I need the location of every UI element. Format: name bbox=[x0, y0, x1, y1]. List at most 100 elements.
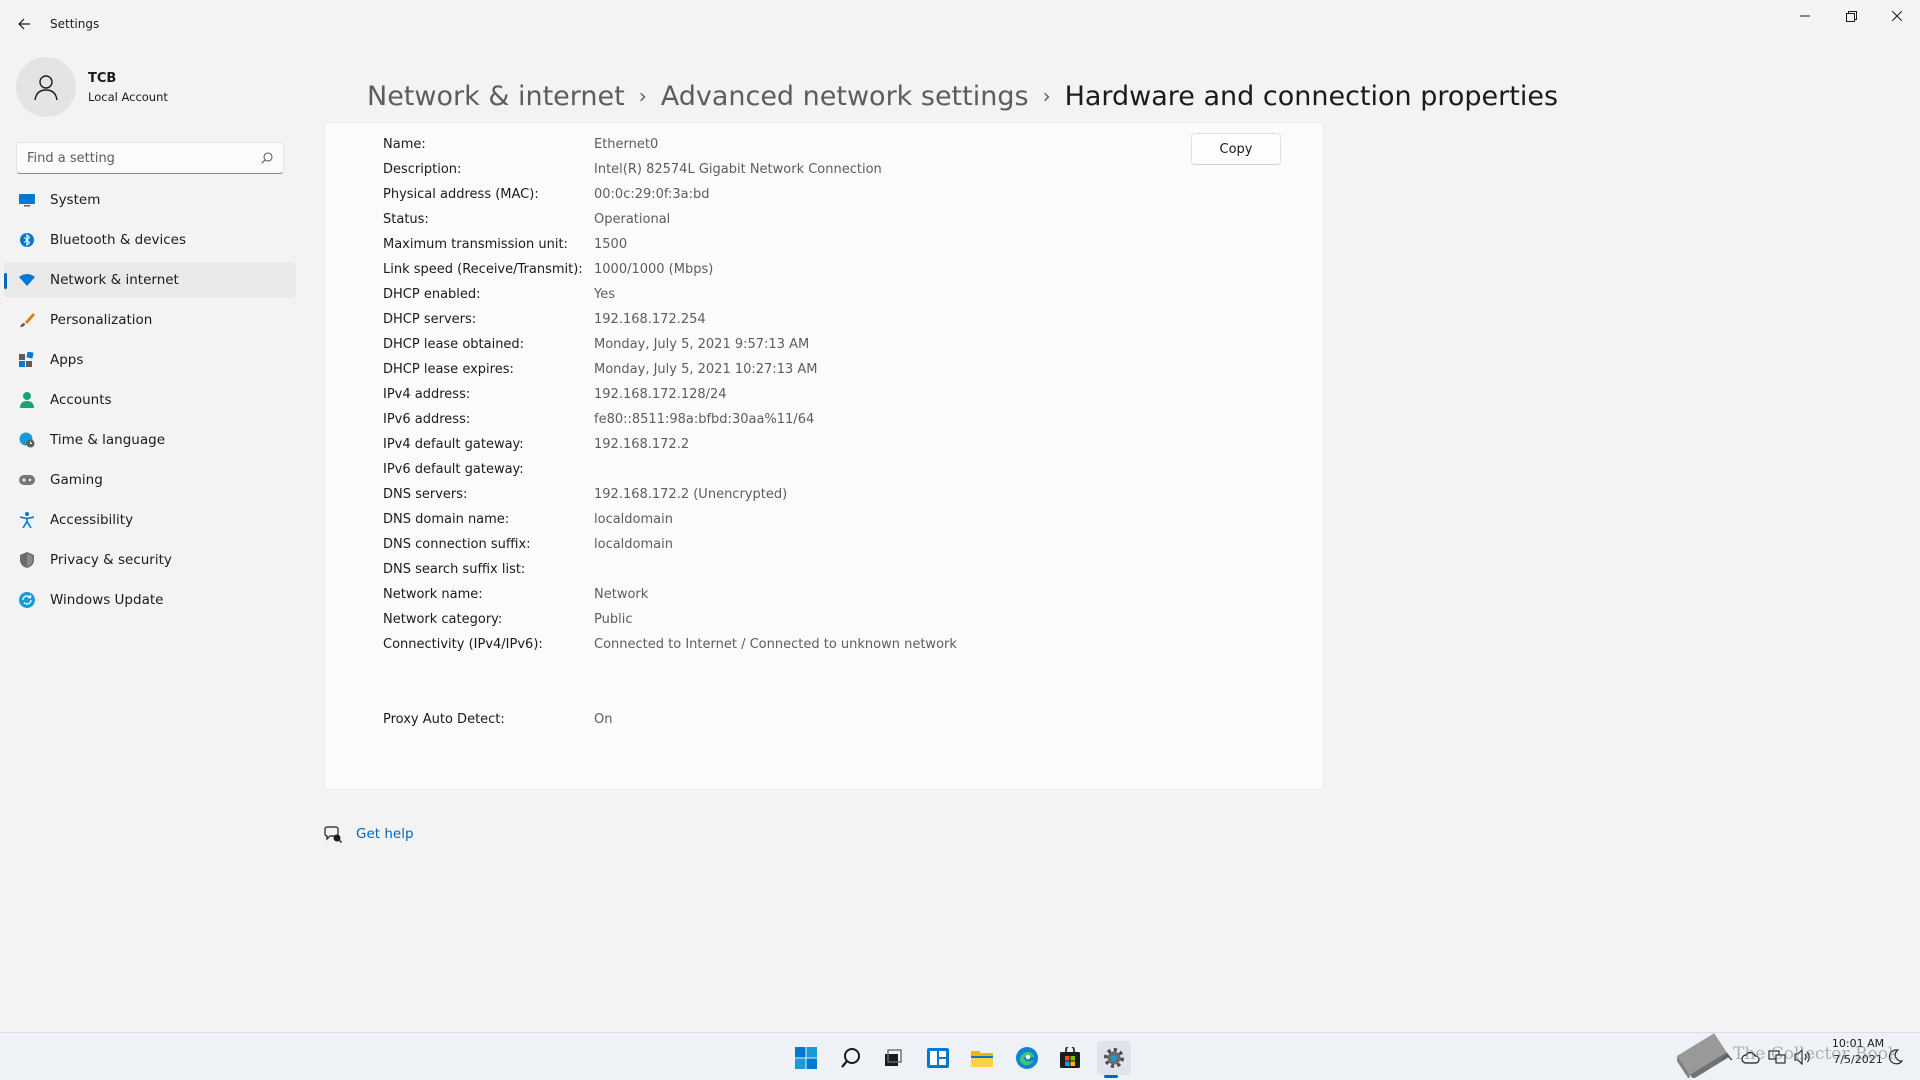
search-box[interactable] bbox=[16, 142, 284, 174]
property-label: IPv4 default gateway: bbox=[383, 437, 524, 452]
property-value: On bbox=[594, 712, 613, 727]
sidebar-item-network[interactable]: Network & internet bbox=[4, 262, 296, 298]
get-help-label: Get help bbox=[356, 826, 414, 842]
sidebar-item-label: System bbox=[50, 192, 101, 208]
gamepad-icon bbox=[18, 471, 36, 489]
shield-icon bbox=[18, 551, 36, 569]
property-label: Maximum transmission unit: bbox=[383, 237, 568, 252]
sidebar-item-privacy-security[interactable]: Privacy & security bbox=[4, 542, 296, 578]
store-button[interactable] bbox=[1053, 1041, 1087, 1075]
bluetooth-icon bbox=[18, 231, 36, 249]
task-view-button[interactable] bbox=[876, 1041, 910, 1075]
edge-button[interactable] bbox=[1010, 1041, 1044, 1075]
property-label: DNS search suffix list: bbox=[383, 562, 526, 577]
property-value: 1000/1000 (Mbps) bbox=[594, 262, 714, 277]
property-row: Connectivity (IPv4/IPv6): Connected to In… bbox=[383, 632, 957, 657]
breadcrumb-network-internet[interactable]: Network & internet bbox=[367, 81, 625, 112]
back-button[interactable] bbox=[12, 12, 36, 36]
property-label: Name: bbox=[383, 137, 426, 152]
property-row: Physical address (MAC): 00:0c:29:0f:3a:bd bbox=[383, 182, 957, 207]
property-value: Network bbox=[594, 587, 649, 602]
search-icon[interactable] bbox=[261, 152, 273, 164]
property-label: DHCP lease expires: bbox=[383, 362, 514, 377]
property-row: IPv4 address: 192.168.172.128/24 bbox=[383, 382, 957, 407]
property-row: Status: Operational bbox=[383, 207, 957, 232]
property-value: 192.168.172.2 bbox=[594, 437, 690, 452]
property-value: Connected to Internet / Connected to unk… bbox=[594, 637, 957, 652]
sidebar-item-accessibility[interactable]: Accessibility bbox=[4, 502, 296, 538]
sidebar-item-time-language[interactable]: Time & language bbox=[4, 422, 296, 458]
sidebar-nav: System Bluetooth & devices Network & int… bbox=[4, 182, 296, 622]
property-row: IPv6 default gateway: bbox=[383, 457, 957, 482]
sidebar-item-bluetooth[interactable]: Bluetooth & devices bbox=[4, 222, 296, 258]
avatar bbox=[16, 57, 76, 117]
close-button[interactable] bbox=[1874, 0, 1920, 32]
taskbar-search-button[interactable] bbox=[834, 1041, 868, 1075]
property-label: Network name: bbox=[383, 587, 483, 602]
sidebar-item-accounts[interactable]: Accounts bbox=[4, 382, 296, 418]
property-value: localdomain bbox=[594, 537, 673, 552]
property-row: IPv6 address: fe80::8511:98a:bfbd:30aa%11… bbox=[383, 407, 957, 432]
start-button[interactable] bbox=[789, 1041, 823, 1075]
sidebar-item-label: Privacy & security bbox=[50, 552, 172, 568]
property-row: IPv4 default gateway: 192.168.172.2 bbox=[383, 432, 957, 457]
property-label: DHCP servers: bbox=[383, 312, 477, 327]
property-value: localdomain bbox=[594, 512, 673, 527]
sidebar-item-label: Windows Update bbox=[50, 592, 164, 608]
sidebar-item-windows-update[interactable]: Windows Update bbox=[4, 582, 296, 618]
person-icon bbox=[18, 391, 36, 409]
property-label: Network category: bbox=[383, 612, 503, 627]
chevron-right-icon: › bbox=[1042, 84, 1051, 108]
monitor-icon bbox=[18, 191, 36, 209]
property-value: Public bbox=[594, 612, 633, 627]
sidebar-item-apps[interactable]: Apps bbox=[4, 342, 296, 378]
sidebar-item-system[interactable]: System bbox=[4, 182, 296, 218]
property-label: IPv6 default gateway: bbox=[383, 462, 524, 477]
breadcrumb-advanced-network-settings[interactable]: Advanced network settings bbox=[661, 81, 1029, 112]
property-label: IPv4 address: bbox=[383, 387, 471, 402]
edge-icon bbox=[1016, 1047, 1038, 1069]
sidebar-item-label: Apps bbox=[50, 352, 84, 368]
property-label: Physical address (MAC): bbox=[383, 187, 539, 202]
property-value: Operational bbox=[594, 212, 671, 227]
search-input[interactable] bbox=[27, 150, 261, 166]
active-app-indicator bbox=[1104, 1075, 1118, 1078]
copy-button[interactable]: Copy bbox=[1191, 133, 1281, 165]
property-value: Yes bbox=[594, 287, 615, 302]
widgets-button[interactable] bbox=[921, 1041, 955, 1075]
sidebar-item-label: Accessibility bbox=[50, 512, 134, 528]
sidebar-item-gaming[interactable]: Gaming bbox=[4, 462, 296, 498]
property-value: 192.168.172.254 bbox=[594, 312, 706, 327]
property-row: Description: Intel(R) 82574L Gigabit Netw… bbox=[383, 157, 957, 182]
property-label: DNS domain name: bbox=[383, 512, 510, 527]
property-label: Proxy Auto Detect: bbox=[383, 712, 505, 727]
property-label: Status: bbox=[383, 212, 429, 227]
widgets-icon bbox=[927, 1048, 949, 1068]
help-chat-icon bbox=[324, 826, 342, 843]
accessibility-icon bbox=[18, 511, 36, 529]
property-row: DHCP enabled: Yes bbox=[383, 282, 957, 307]
restore-button[interactable] bbox=[1828, 0, 1874, 32]
property-label: Connectivity (IPv4/IPv6): bbox=[383, 637, 543, 652]
chevron-right-icon: › bbox=[638, 84, 647, 108]
sidebar-item-label: Personalization bbox=[50, 312, 153, 328]
minimize-button[interactable] bbox=[1782, 0, 1828, 32]
sidebar-item-personalization[interactable]: Personalization bbox=[4, 302, 296, 338]
property-value: Ethernet0 bbox=[594, 137, 659, 152]
property-row: Proxy Auto Detect: On bbox=[383, 707, 957, 732]
property-value: 192.168.172.2 (Unencrypted) bbox=[594, 487, 788, 502]
watermark-text: The Collector Book bbox=[1733, 1044, 1899, 1064]
title-bar: Settings bbox=[0, 0, 1920, 48]
property-value: 00:0c:29:0f:3a:bd bbox=[594, 187, 710, 202]
app-title: Settings bbox=[50, 17, 100, 31]
user-profile[interactable]: TCB Local Account bbox=[16, 57, 296, 117]
get-help-link[interactable]: Get help bbox=[324, 822, 414, 846]
property-value: 192.168.172.128/24 bbox=[594, 387, 727, 402]
sidebar-item-label: Accounts bbox=[50, 392, 112, 408]
sidebar-item-label: Gaming bbox=[50, 472, 103, 488]
property-label: DNS servers: bbox=[383, 487, 468, 502]
file-explorer-button[interactable] bbox=[965, 1041, 999, 1075]
property-label: DHCP enabled: bbox=[383, 287, 481, 302]
property-label: Link speed (Receive/Transmit): bbox=[383, 262, 583, 277]
settings-taskbar-button[interactable] bbox=[1097, 1041, 1131, 1075]
